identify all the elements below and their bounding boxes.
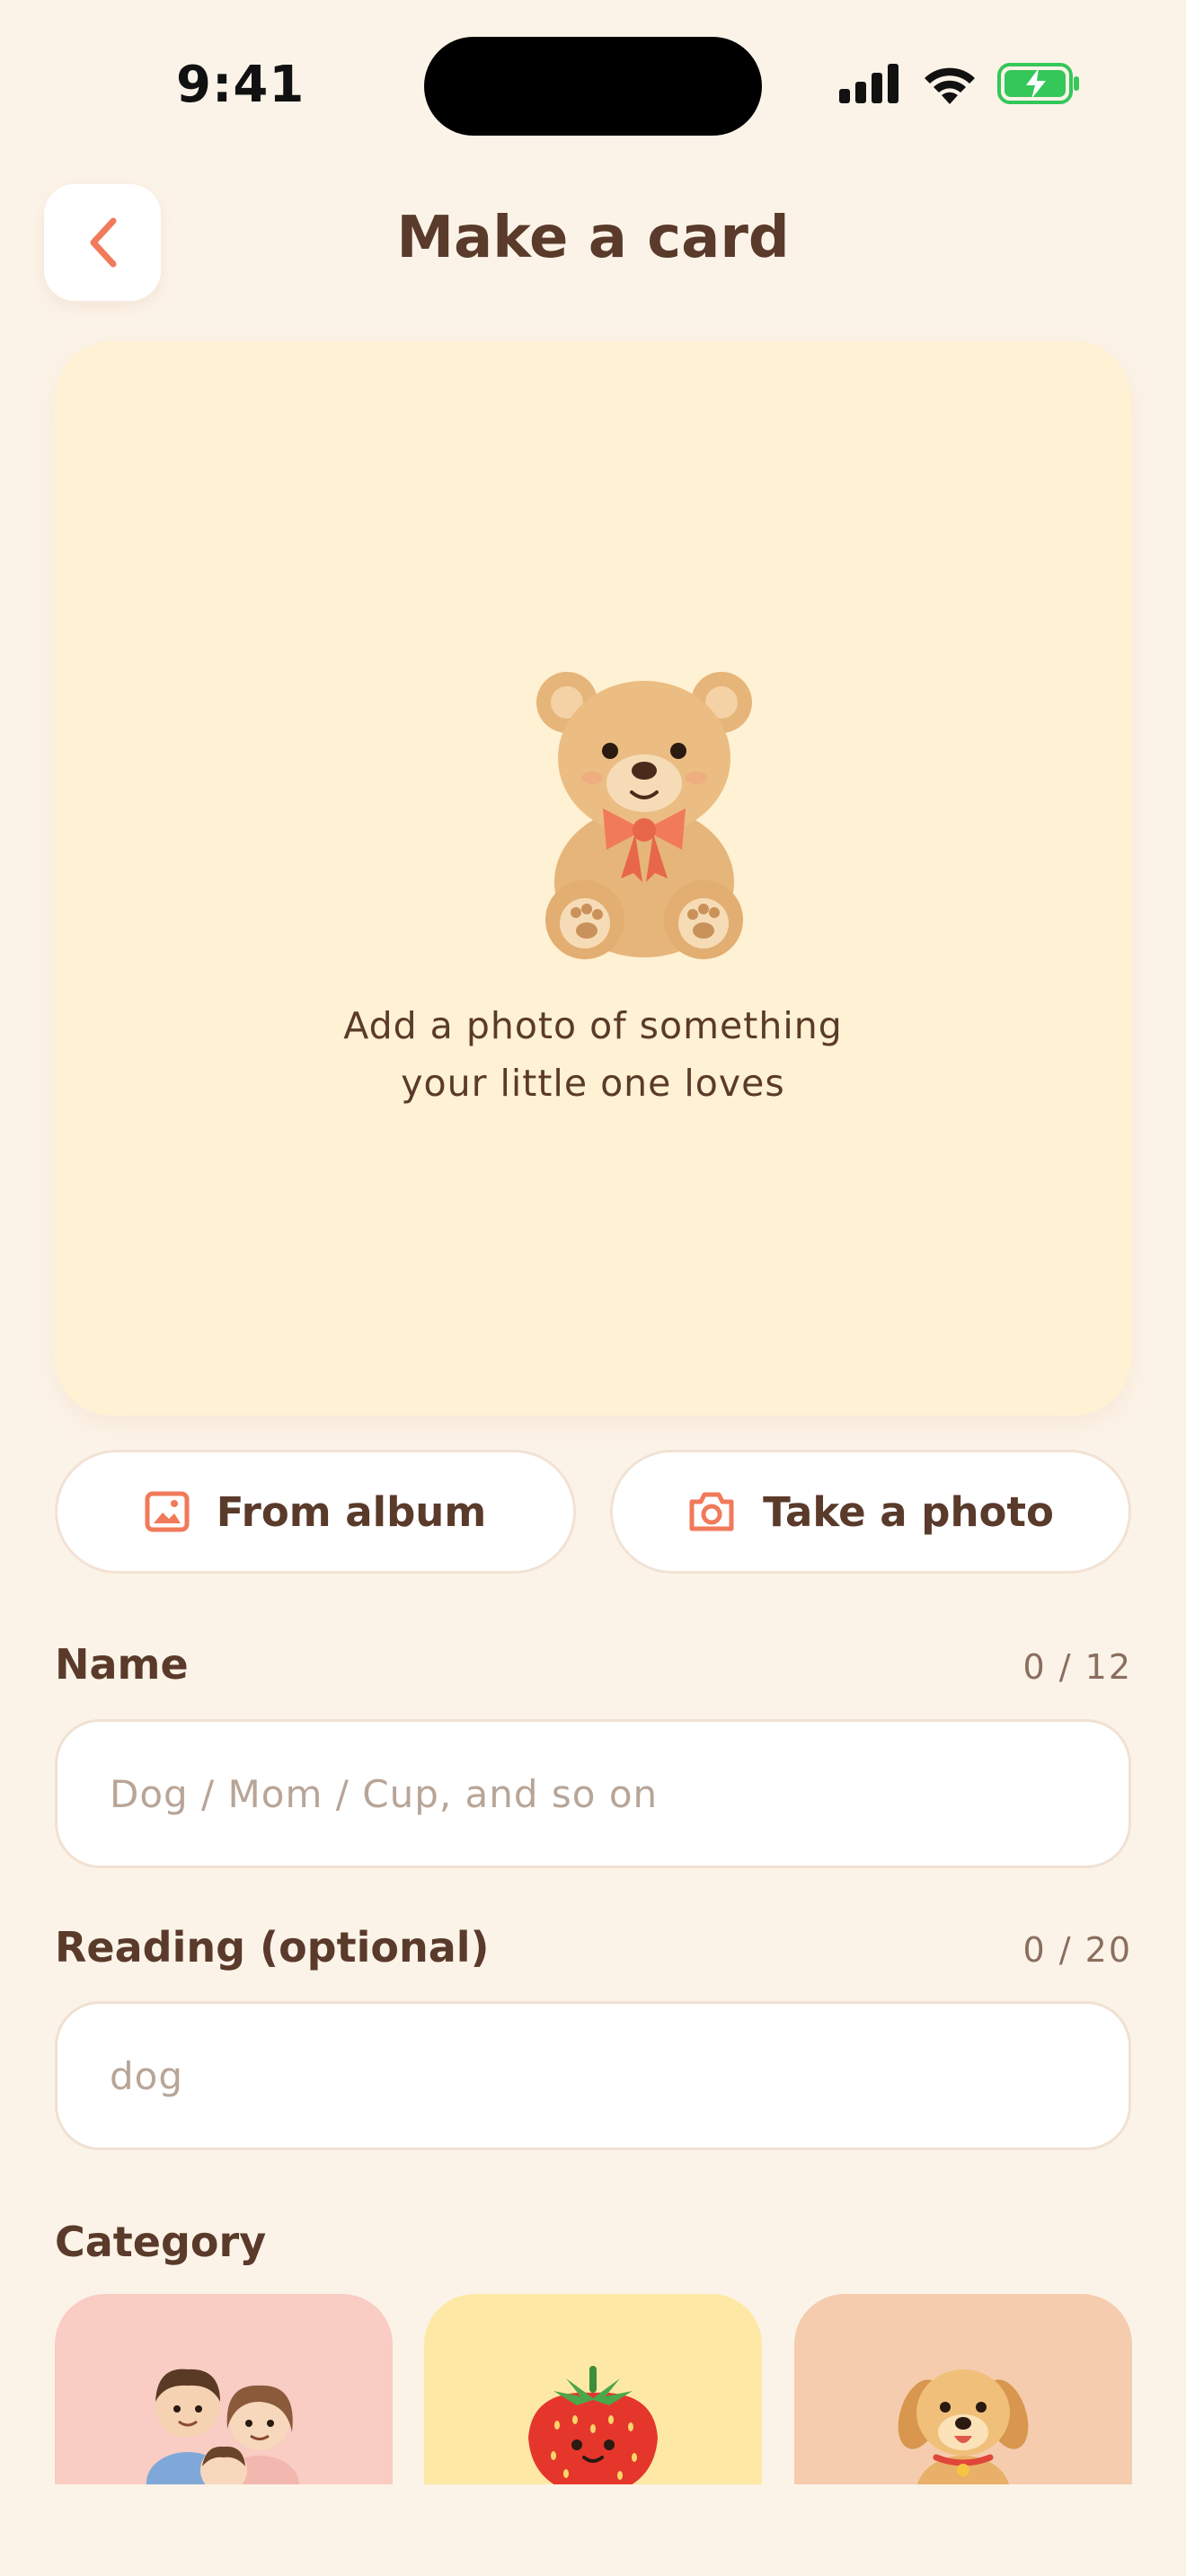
category-tile-family[interactable] (55, 2294, 393, 2486)
name-char-count: 0 / 12 (1022, 1647, 1132, 1687)
dynamic-island (424, 37, 762, 136)
photo-hint-line2: your little one loves (401, 1062, 785, 1105)
teddy-bear-icon (536, 672, 752, 959)
puppy-icon (898, 2369, 1029, 2486)
from-album-label: From album (216, 1487, 487, 1536)
from-album-button[interactable]: From album (55, 1450, 576, 1574)
category-tile-pets[interactable] (794, 2294, 1132, 2486)
photo-hint-line1: Add a photo of something (343, 1004, 843, 1047)
photo-hint: Add a photo of something your little one… (55, 997, 1131, 1112)
page-title: Make a card (396, 205, 790, 271)
name-label: Name (55, 1640, 189, 1689)
signal-icon (839, 64, 898, 103)
status-icons (839, 63, 1080, 104)
image-icon (145, 1491, 190, 1532)
reading-char-count: 0 / 20 (1022, 1930, 1132, 1970)
family-icon (146, 2369, 299, 2486)
category-label: Category (55, 2218, 267, 2266)
strawberry-icon (528, 2366, 658, 2486)
name-input[interactable] (55, 1719, 1131, 1868)
status-time: 9:41 (176, 56, 305, 114)
status-bar: 9:41 (0, 0, 1186, 171)
battery-charging-icon (997, 63, 1079, 104)
reading-label: Reading (optional) (55, 1923, 490, 1972)
camera-icon (689, 1492, 734, 1531)
reading-input[interactable] (55, 2001, 1131, 2150)
category-tile-food[interactable] (424, 2294, 762, 2486)
take-photo-label: Take a photo (763, 1487, 1054, 1536)
photo-drop-area[interactable]: Add a photo of something your little one… (55, 341, 1131, 1416)
bottom-area (0, 2484, 1186, 2576)
wifi-icon (925, 67, 975, 104)
take-photo-button[interactable]: Take a photo (610, 1450, 1131, 1574)
